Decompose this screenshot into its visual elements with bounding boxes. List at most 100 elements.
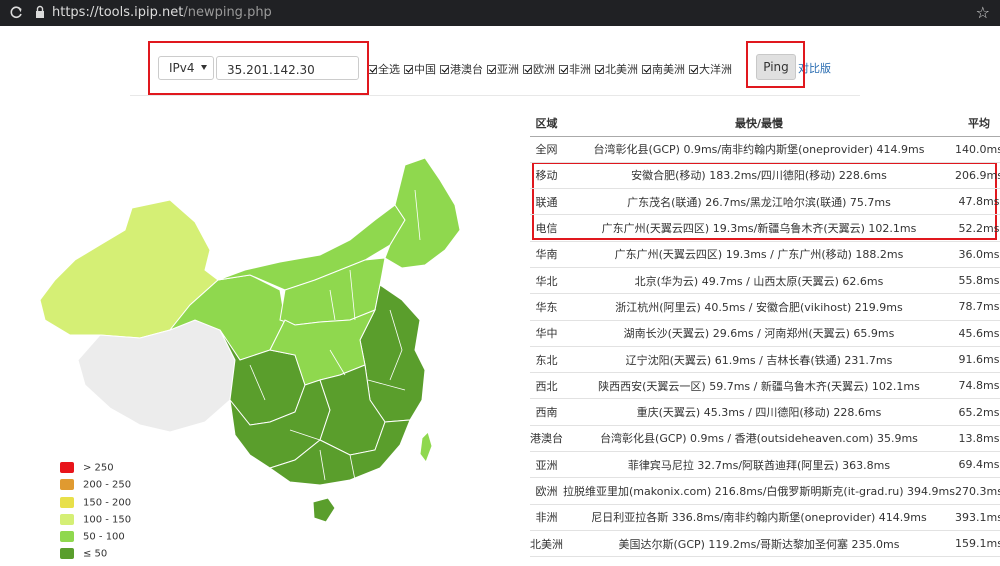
column-header-fastest-slowest: 最快/最慢 bbox=[563, 110, 955, 137]
legend-swatch bbox=[60, 513, 74, 525]
table-row: 亚洲 菲律宾马尼拉 32.7ms/阿联酋迪拜(阿里云) 363.8ms 69.4ms bbox=[530, 451, 1000, 479]
average-cell: 55.8ms bbox=[955, 267, 1000, 295]
legend-label: 50 - 100 bbox=[83, 531, 125, 543]
legend-item: > 250 bbox=[60, 462, 131, 479]
region-checkbox[interactable]: 亚洲 bbox=[487, 61, 519, 77]
average-cell: 91.6ms bbox=[955, 346, 1000, 374]
legend-label: 100 - 150 bbox=[83, 514, 132, 526]
range-cell: 菲律宾马尼拉 32.7ms/阿联酋迪拜(阿里云) 363.8ms bbox=[563, 451, 955, 479]
checkbox-label: 亚洲 bbox=[497, 63, 519, 76]
checkbox-checked-icon[interactable] bbox=[523, 65, 532, 74]
table-row: 欧洲 拉脱维亚里加(makonix.com) 216.8ms/白俄罗斯明斯克(it… bbox=[530, 477, 1000, 505]
range-cell: 浙江杭州(阿里云) 40.5ms / 安徽合肥(vikihost) 219.9m… bbox=[563, 293, 955, 321]
checkbox-label: 大洋洲 bbox=[699, 63, 732, 76]
region-cell: 非洲 bbox=[530, 504, 563, 531]
checkbox-label: 南美洲 bbox=[652, 63, 685, 76]
checkbox-checked-icon[interactable] bbox=[559, 65, 568, 74]
legend-label: 150 - 200 bbox=[83, 497, 132, 509]
average-cell: 13.8ms bbox=[955, 425, 1000, 453]
ping-results-table: 区域 最快/最慢 平均 全网 台湾彰化县(GCP) 0.9ms/南非约翰内斯堡(o… bbox=[530, 110, 1000, 558]
region-checkbox[interactable]: 全选 bbox=[368, 61, 400, 77]
checkbox-checked-icon[interactable] bbox=[404, 65, 413, 74]
checkbox-checked-icon[interactable] bbox=[595, 65, 604, 74]
legend-item: 150 - 200 bbox=[60, 496, 132, 514]
region-checkbox[interactable]: 大洋洲 bbox=[689, 61, 732, 77]
average-cell: 36.0ms bbox=[955, 241, 1000, 268]
region-cell: 电信 bbox=[530, 214, 563, 242]
table-row: 西南 重庆(天翼云) 45.3ms / 四川德阳(移动) 228.6ms 65.2m… bbox=[530, 398, 1000, 426]
table-row: 港澳台 台湾彰化县(GCP) 0.9ms / 香港(outsideheaven.c… bbox=[530, 425, 1000, 453]
table-row: 北美洲 美国达尔斯(GCP) 119.2ms/哥斯达黎加圣何塞 235.0ms 15… bbox=[530, 530, 1000, 558]
range-cell: 辽宁沈阳(天翼云) 61.9ms / 吉林长春(铁通) 231.7ms bbox=[563, 346, 955, 374]
checkbox-checked-icon[interactable] bbox=[642, 65, 651, 74]
checkbox-label: 中国 bbox=[414, 63, 436, 76]
table-row: 西北 陕西西安(天翼云一区) 59.7ms / 新疆乌鲁木齐(天翼云) 102.1… bbox=[530, 372, 1000, 400]
region-hainan[interactable] bbox=[312, 497, 336, 523]
checkbox-checked-icon[interactable] bbox=[689, 65, 698, 74]
average-cell: 140.0ms bbox=[955, 136, 1000, 163]
browser-url-bar: https://tools.ipip.net/newping.php ☆ bbox=[0, 0, 1000, 26]
range-cell: 陕西西安(天翼云一区) 59.7ms / 新疆乌鲁木齐(天翼云) 102.1ms bbox=[563, 372, 955, 400]
average-cell: 393.1ms bbox=[955, 504, 1000, 531]
region-cell: 华北 bbox=[530, 267, 563, 295]
region-taiwan[interactable] bbox=[419, 431, 433, 464]
range-cell: 北京(华为云) 49.7ms / 山西太原(天翼云) 62.6ms bbox=[563, 267, 955, 295]
range-cell: 广东茂名(联通) 26.7ms/黑龙江哈尔滨(联通) 75.7ms bbox=[563, 188, 955, 216]
range-cell: 重庆(天翼云) 45.3ms / 四川德阳(移动) 228.6ms bbox=[563, 398, 955, 426]
address-bar[interactable]: https://tools.ipip.net/newping.php bbox=[52, 5, 272, 20]
legend-swatch bbox=[60, 496, 74, 508]
range-cell: 安徽合肥(移动) 183.2ms/四川德阳(移动) 228.6ms bbox=[563, 162, 955, 190]
region-cell: 华东 bbox=[530, 293, 563, 321]
region-cell: 北美洲 bbox=[530, 530, 563, 558]
region-checkbox[interactable]: 南美洲 bbox=[642, 61, 685, 77]
region-checkbox[interactable]: 欧洲 bbox=[523, 61, 555, 77]
average-cell: 65.2ms bbox=[955, 398, 1000, 426]
table-header-row: 区域 最快/最慢 平均 bbox=[530, 110, 1000, 137]
average-cell: 74.8ms bbox=[955, 372, 1000, 400]
range-cell: 台湾彰化县(GCP) 0.9ms/南非约翰内斯堡(oneprovider) 41… bbox=[563, 136, 955, 163]
region-checkbox[interactable]: 北美洲 bbox=[595, 61, 638, 77]
checkbox-label: 北美洲 bbox=[605, 63, 638, 76]
checkbox-checked-icon[interactable] bbox=[440, 65, 449, 74]
legend-item: 100 - 150 bbox=[60, 513, 132, 531]
average-cell: 69.4ms bbox=[955, 451, 1000, 479]
table-row: 电信 广东广州(天翼云四区) 19.3ms/新疆乌鲁木齐(天翼云) 102.1ms… bbox=[530, 214, 1000, 242]
region-cell: 华中 bbox=[530, 320, 563, 347]
table-row: 东北 辽宁沈阳(天翼云) 61.9ms / 吉林长春(铁通) 231.7ms 91.… bbox=[530, 346, 1000, 374]
legend-swatch bbox=[60, 479, 74, 491]
table-row: 联通 广东茂名(联通) 26.7ms/黑龙江哈尔滨(联通) 75.7ms 47.8m… bbox=[530, 188, 1000, 216]
average-cell: 206.9ms bbox=[955, 162, 1000, 190]
range-cell: 湖南长沙(天翼云) 29.6ms / 河南郑州(天翼云) 65.9ms bbox=[563, 320, 955, 347]
range-cell: 尼日利亚拉各斯 336.8ms/南非约翰内斯堡(oneprovider) 414… bbox=[563, 504, 955, 531]
bookmark-star-icon[interactable]: ☆ bbox=[976, 3, 990, 22]
table-row: 华南 广东广州(天翼云四区) 19.3ms / 广东广州(移动) 188.2ms 3… bbox=[530, 241, 1000, 268]
legend-item: ≤ 50 bbox=[60, 548, 131, 565]
checkbox-label: 非洲 bbox=[569, 63, 591, 76]
checkbox-checked-icon[interactable] bbox=[487, 65, 496, 74]
range-cell: 广东广州(天翼云四区) 19.3ms/新疆乌鲁木齐(天翼云) 102.1ms bbox=[563, 214, 955, 242]
legend-label: ≤ 50 bbox=[83, 548, 108, 560]
average-cell: 159.1ms bbox=[955, 530, 1000, 558]
region-cell: 欧洲 bbox=[530, 477, 563, 505]
region-tibet[interactable] bbox=[77, 319, 236, 433]
region-cell: 西南 bbox=[530, 398, 563, 426]
url-path: /newping.php bbox=[183, 5, 272, 20]
table-row: 全网 台湾彰化县(GCP) 0.9ms/南非约翰内斯堡(oneprovider) … bbox=[530, 136, 1000, 163]
range-cell: 台湾彰化县(GCP) 0.9ms / 香港(outsideheaven.com)… bbox=[563, 425, 955, 453]
region-cell: 联通 bbox=[530, 188, 563, 216]
region-checkbox[interactable]: 港澳台 bbox=[440, 61, 483, 77]
legend-item: 50 - 100 bbox=[60, 531, 131, 548]
range-cell: 拉脱维亚里加(makonix.com) 216.8ms/白俄罗斯明斯克(it-g… bbox=[563, 477, 955, 505]
range-cell: 美国达尔斯(GCP) 119.2ms/哥斯达黎加圣何塞 235.0ms bbox=[563, 530, 955, 558]
average-cell: 78.7ms bbox=[955, 293, 1000, 321]
legend-swatch bbox=[60, 548, 74, 560]
checkbox-checked-icon[interactable] bbox=[368, 65, 377, 74]
region-checkbox[interactable]: 中国 bbox=[404, 61, 436, 77]
average-cell: 270.3ms bbox=[955, 477, 1000, 505]
reload-icon[interactable] bbox=[8, 5, 24, 21]
table-row: 华中 湖南长沙(天翼云) 29.6ms / 河南郑州(天翼云) 65.9ms 45.… bbox=[530, 320, 1000, 347]
legend-swatch bbox=[60, 462, 74, 473]
region-cell: 亚洲 bbox=[530, 451, 563, 479]
checkbox-label: 港澳台 bbox=[450, 63, 483, 76]
region-checkbox[interactable]: 非洲 bbox=[559, 61, 591, 77]
